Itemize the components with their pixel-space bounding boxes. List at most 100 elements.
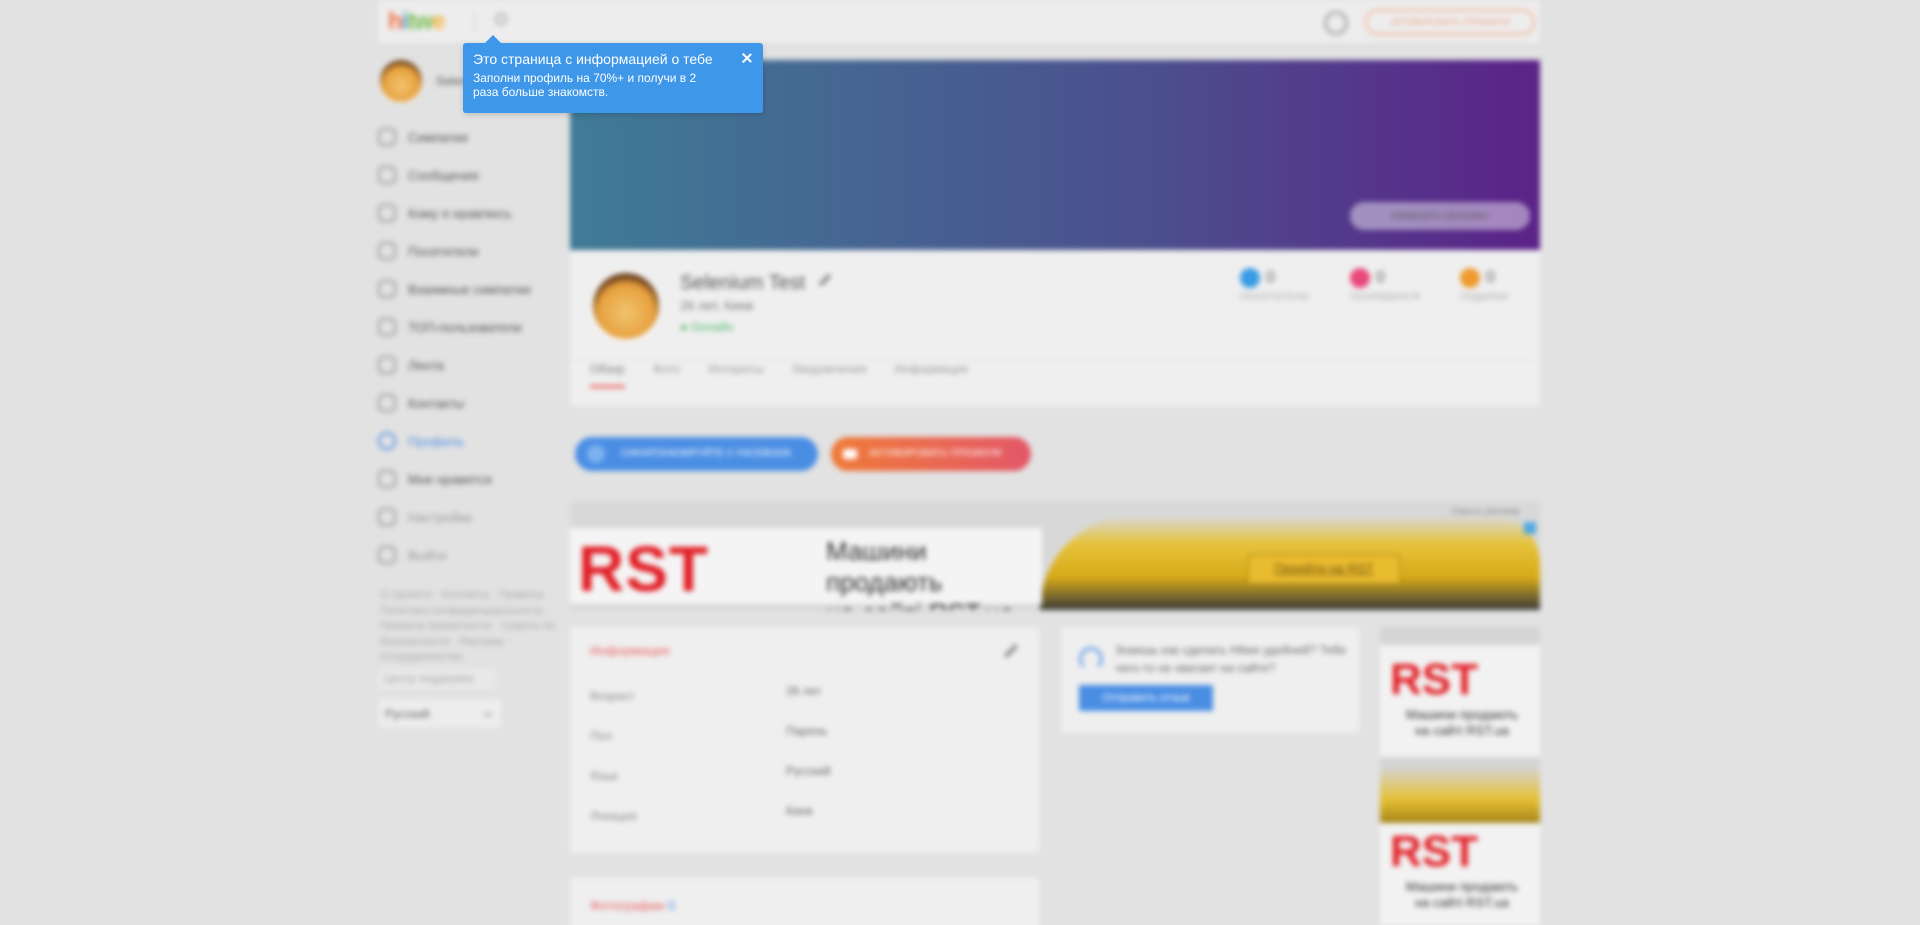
info-value: Киев <box>786 804 813 818</box>
sidebar-item-contacts[interactable]: Контакты <box>378 384 568 422</box>
stat-value: 0 <box>1266 269 1275 286</box>
premium-label: АКТИВИРОВАТЬ ПРЕМИУМ <box>869 448 1002 459</box>
profile-tabs: Обзор Фото Интересы Уведомления Информац… <box>590 362 968 388</box>
ad-hide-label[interactable]: Скрыть рекламу <box>1452 506 1520 516</box>
tab-photos[interactable]: Фото <box>653 362 681 388</box>
sidebar-item-label: Выйти <box>408 547 447 563</box>
ad-panel: RST Машини продають на сайті RST.ua <box>570 528 1042 610</box>
sync-facebook-button[interactable]: СИНХРОНИЗИРУЙТЕ С FACEBOOK <box>575 437 818 471</box>
sidebar-item-label: Контакты <box>408 395 465 411</box>
sidebar-item-top-users[interactable]: ТОП-пользователи <box>378 308 568 346</box>
ad-link[interactable]: RST.ua <box>929 598 1014 610</box>
sidebar-item-likes[interactable]: Симпатии <box>378 118 568 156</box>
sidebar-item-visitors[interactable]: Посетители <box>378 232 568 270</box>
side-ad-line-1: Машини продають <box>1405 879 1519 894</box>
sidebar-item-who-likes-me[interactable]: Кому я нравлюсь <box>378 194 568 232</box>
home-icon <box>378 356 396 374</box>
close-icon[interactable] <box>739 50 755 66</box>
footer-links[interactable]: О проекте · Контакты · Правила · Политик… <box>380 588 560 666</box>
side-ad-panel-2: RST Машини продають на сайті RST.ua <box>1380 823 1540 925</box>
info-row: Пол Парень <box>590 724 1020 743</box>
info-value: Парень <box>786 724 828 738</box>
onboarding-tooltip: Это страница с информацией о тебе Заполн… <box>463 35 763 113</box>
sidebar-item-label: Профиль <box>408 433 465 449</box>
info-row: Локация Киев <box>590 804 1020 823</box>
language-value: Русский <box>385 707 430 721</box>
side-ad-line-1: Машини продають <box>1405 707 1519 722</box>
sidebar-item-settings[interactable]: Настройки <box>378 498 568 536</box>
photos-title-text: Фотографии <box>590 898 665 913</box>
gift-icon <box>1460 268 1480 288</box>
info-label: Возраст <box>590 689 635 703</box>
feedback-card: Знаешь как сделать Hitwe удобней? Тебе ч… <box>1061 627 1359 733</box>
info-card: Информация Возраст 26 лет Пол Парень Язык Р… <box>570 627 1039 853</box>
sidebar-item-mutual-likes[interactable]: Взаимные симпатии <box>378 270 568 308</box>
avatar[interactable] <box>378 58 424 104</box>
feedback-text: Знаешь как сделать Hitwe удобней? Тебе ч… <box>1115 643 1347 675</box>
stat-value: 0 <box>1376 269 1385 286</box>
sidebar-item-label: Настройки <box>408 509 472 525</box>
activate-premium-button[interactable]: АКТИВИРОВАТЬ ПРЕМИУМ <box>831 437 1031 471</box>
headset-icon <box>1079 647 1103 671</box>
ad-close-icon[interactable] <box>1524 522 1536 534</box>
side-ad[interactable]: RST Машини продають на сайті RST.ua RST М… <box>1380 627 1540 925</box>
messages-icon <box>378 166 396 184</box>
settings-icon <box>378 508 396 526</box>
support-center-button[interactable]: Центр поддержки <box>378 668 496 690</box>
sidebar-item-messages[interactable]: Сообщения <box>378 156 568 194</box>
sidebar-item-i-like[interactable]: Мне нравятся <box>378 460 568 498</box>
sidebar-item-label: Симпатии <box>408 129 469 145</box>
tab-notifications[interactable]: Уведомления <box>792 362 867 388</box>
tab-overview[interactable]: Обзор <box>590 362 625 388</box>
stat-visitors[interactable]: 0 ПОСЕТИТЕЛИ <box>1240 268 1330 303</box>
stat-label: ПОСЕТИТЕЛИ <box>1240 292 1309 303</box>
side-ad-text: Машини продають на сайті RST.ua <box>1402 879 1522 911</box>
heart-icon <box>1350 268 1370 288</box>
chevron-down-icon <box>483 708 493 718</box>
ad-cta-button[interactable]: Перейти на RST <box>1248 554 1400 584</box>
sidebar-item-label: Сообщения <box>408 167 479 183</box>
search-icon[interactable] <box>495 13 507 25</box>
info-title: Информация <box>590 643 670 658</box>
info-label: Язык <box>590 769 619 783</box>
profile-card: Selenium Test 26 лет, Киев ● Онлайн 0 ПО… <box>570 250 1540 406</box>
side-ad-panel-1: RST Машини продають на сайті RST.ua <box>1380 645 1540 757</box>
sidebar-item-label: Посетители <box>408 243 479 259</box>
heart-shield-icon <box>378 204 396 222</box>
stat-value: 0 <box>1486 269 1495 286</box>
pencil-icon[interactable] <box>1003 643 1019 659</box>
photos-card: Фотографии 0 <box>570 878 1039 925</box>
profile-avatar[interactable] <box>590 270 662 342</box>
photos-count: 0 <box>667 898 676 913</box>
top-premium-button[interactable]: АКТИВИРОВАТЬ ПРЕМИУМ <box>1365 9 1535 35</box>
stat-liked[interactable]: 0 ПОНРАВИЛСЯ <box>1350 268 1440 303</box>
sidebar-item-feed[interactable]: Лента <box>378 346 568 384</box>
sidebar-item-logout[interactable]: Выйти <box>378 536 568 574</box>
change-cover-button[interactable]: ИЗМЕНИТЬ ОБЛОЖКУ <box>1350 202 1530 230</box>
info-label: Локация <box>590 809 637 823</box>
send-feedback-button[interactable]: Отправить отзыв <box>1079 685 1213 711</box>
tooltip-title: Это страница с информацией о тебе <box>473 51 713 67</box>
info-row: Возраст 26 лет <box>590 684 1020 703</box>
sidebar-item-profile[interactable]: Профиль <box>378 422 568 460</box>
stat-label: ПОДАРКИ <box>1460 292 1508 303</box>
sidebar-nav: Симпатии Сообщения Кому я нравлюсь Посет… <box>378 118 568 574</box>
sidebar-item-label: ТОП-пользователи <box>408 319 522 335</box>
top-bar: hitwe АКТИВИРОВАТЬ ПРЕМИУМ <box>378 0 1540 44</box>
tab-information[interactable]: Информация <box>895 362 968 388</box>
camera-icon <box>843 449 857 459</box>
info-label: Пол <box>590 729 613 743</box>
hitwe-logo[interactable]: hitwe <box>388 8 445 36</box>
tab-interests[interactable]: Интересы <box>708 362 763 388</box>
pencil-icon[interactable] <box>818 273 832 287</box>
rst-logo: RST <box>578 533 709 605</box>
tab-divider <box>570 360 1540 361</box>
online-status: ● Онлайн <box>680 320 734 334</box>
likes-icon <box>378 128 396 146</box>
language-select[interactable]: Русский <box>378 698 502 728</box>
side-ad-line-2: на сайті RST.ua <box>1414 895 1510 910</box>
settings-gear-icon[interactable] <box>1324 11 1348 35</box>
stat-gifts[interactable]: 0 ПОДАРКИ <box>1460 268 1550 303</box>
ad-banner[interactable]: Скрыть рекламу RST Машини продають на са… <box>570 502 1540 610</box>
profile-name: Selenium Test <box>680 272 806 294</box>
